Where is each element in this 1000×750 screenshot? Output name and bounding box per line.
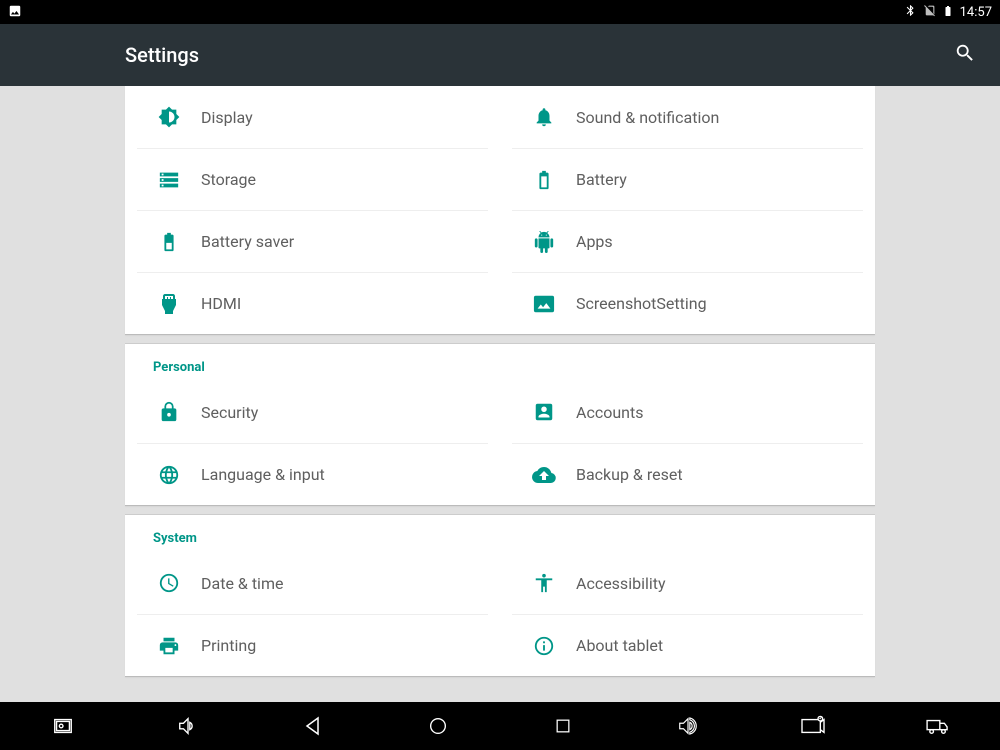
- item-label: Display: [201, 108, 253, 127]
- item-apps[interactable]: Apps: [512, 210, 863, 272]
- nav-volume-up-button[interactable]: [658, 702, 718, 750]
- truck-icon: [925, 716, 951, 736]
- item-label: Backup & reset: [576, 465, 683, 484]
- nav-home-button[interactable]: [408, 702, 468, 750]
- nav-back-button[interactable]: [283, 702, 343, 750]
- section-system: System Date & time Accessibility: [125, 514, 875, 677]
- item-security[interactable]: Security: [137, 381, 488, 443]
- no-sim-icon: [923, 4, 936, 20]
- item-storage[interactable]: Storage: [137, 148, 488, 210]
- status-time: 14:57: [960, 5, 992, 20]
- app-bar: Settings: [0, 24, 1000, 86]
- clock-icon: [137, 572, 201, 594]
- status-bar: 14:57: [0, 0, 1000, 24]
- settings-content: Display Sound & notification Storage: [0, 86, 1000, 702]
- nav-screenshot-button[interactable]: [33, 702, 93, 750]
- item-battery-saver[interactable]: Battery saver: [137, 210, 488, 272]
- item-label: About tablet: [576, 636, 663, 655]
- nav-cast-button[interactable]: [783, 702, 843, 750]
- section-device: Display Sound & notification Storage: [125, 86, 875, 335]
- item-battery[interactable]: Battery: [512, 148, 863, 210]
- section-header: Personal: [125, 344, 875, 381]
- item-about-tablet[interactable]: About tablet: [512, 614, 863, 676]
- item-label: Security: [201, 403, 258, 422]
- android-icon: [512, 231, 576, 253]
- printer-icon: [137, 635, 201, 657]
- battery-icon: [512, 169, 576, 191]
- section-header: System: [125, 515, 875, 552]
- nav-extra-button[interactable]: [908, 702, 968, 750]
- nav-volume-down-button[interactable]: [158, 702, 218, 750]
- item-display[interactable]: Display: [137, 86, 488, 148]
- bell-icon: [512, 106, 576, 128]
- item-language-input[interactable]: Language & input: [137, 443, 488, 505]
- account-icon: [512, 401, 576, 423]
- item-accounts[interactable]: Accounts: [512, 381, 863, 443]
- item-label: Accessibility: [576, 574, 666, 593]
- item-label: Storage: [201, 170, 256, 189]
- item-label: Sound & notification: [576, 108, 719, 127]
- camera-frame-icon: [52, 715, 74, 737]
- item-label: ScreenshotSetting: [576, 294, 707, 313]
- page-title: Settings: [125, 43, 199, 67]
- item-screenshot-setting[interactable]: ScreenshotSetting: [512, 272, 863, 334]
- screenshot-icon: [512, 293, 576, 315]
- display-icon: [137, 106, 201, 128]
- lock-icon: [137, 401, 201, 423]
- home-icon: [427, 715, 449, 737]
- search-button[interactable]: [954, 42, 976, 68]
- back-icon: [301, 714, 325, 738]
- bluetooth-icon: [904, 4, 917, 20]
- item-accessibility[interactable]: Accessibility: [512, 552, 863, 614]
- accessibility-icon: [512, 572, 576, 594]
- item-sound-notification[interactable]: Sound & notification: [512, 86, 863, 148]
- recents-icon: [553, 716, 573, 736]
- item-label: Accounts: [576, 403, 643, 422]
- cast-icon: [800, 715, 826, 737]
- item-label: HDMI: [201, 294, 241, 313]
- storage-icon: [137, 169, 201, 191]
- section-personal: Personal Security Accounts: [125, 343, 875, 506]
- item-backup-reset[interactable]: Backup & reset: [512, 443, 863, 505]
- nav-recents-button[interactable]: [533, 702, 593, 750]
- hdmi-icon: [137, 292, 201, 316]
- cloud-upload-icon: [512, 463, 576, 487]
- item-date-time[interactable]: Date & time: [137, 552, 488, 614]
- volume-up-icon: [677, 715, 699, 737]
- item-label: Date & time: [201, 574, 283, 593]
- item-label: Language & input: [201, 465, 325, 484]
- battery-icon: [942, 4, 954, 21]
- item-label: Battery saver: [201, 232, 294, 251]
- globe-icon: [137, 464, 201, 486]
- item-label: Printing: [201, 636, 256, 655]
- battery-saver-icon: [137, 231, 201, 253]
- item-label: Apps: [576, 232, 613, 251]
- info-icon: [512, 635, 576, 657]
- item-hdmi[interactable]: HDMI: [137, 272, 488, 334]
- item-printing[interactable]: Printing: [137, 614, 488, 676]
- search-icon: [954, 42, 976, 64]
- navigation-bar: [0, 702, 1000, 750]
- image-notification-icon: [8, 4, 22, 21]
- item-label: Battery: [576, 170, 627, 189]
- volume-down-icon: [177, 715, 199, 737]
